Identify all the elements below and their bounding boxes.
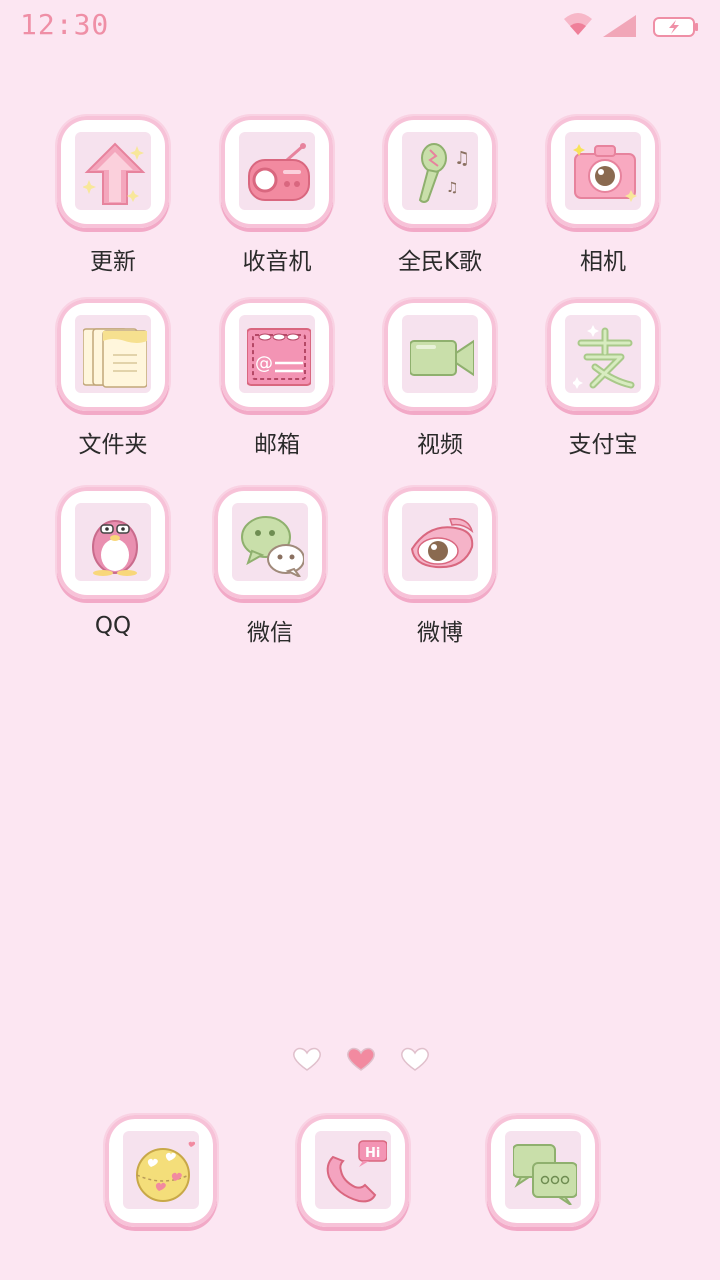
app-camera[interactable]: 相机 <box>533 116 673 276</box>
phone-badge: Hi <box>365 1146 380 1161</box>
radio-icon <box>248 143 310 201</box>
app-label: 视频 <box>417 432 463 458</box>
app-label: 更新 <box>90 249 136 275</box>
page-dot-2-active[interactable] <box>347 1047 375 1071</box>
app-qq[interactable]: QQ <box>43 487 183 639</box>
app-label: 文件夹 <box>78 432 148 458</box>
globe-browser-icon <box>136 1141 195 1202</box>
update-arrow-icon <box>83 142 146 205</box>
status-time: 12:30 <box>20 8 110 41</box>
app-folder[interactable]: 文件夹 <box>43 299 183 459</box>
dock-browser[interactable] <box>102 1115 220 1227</box>
app-tile <box>487 1115 599 1227</box>
video-camera-icon <box>410 339 474 377</box>
app-tile <box>547 116 659 228</box>
wifi-icon <box>564 13 592 35</box>
app-label: 收音机 <box>242 249 312 275</box>
page-indicator <box>293 1047 429 1071</box>
phone-icon: Hi <box>326 1140 387 1203</box>
app-tile: Hi <box>297 1115 409 1227</box>
app-tile <box>57 299 169 411</box>
app-label: 支付宝 <box>568 432 638 458</box>
app-update[interactable]: 更新 <box>43 116 183 276</box>
alipay-icon <box>573 325 635 389</box>
app-tile <box>214 487 326 599</box>
app-label: 微信 <box>247 620 293 646</box>
app-video[interactable]: 视频 <box>370 299 510 459</box>
messages-icon <box>513 1144 577 1205</box>
app-tile <box>57 487 169 599</box>
app-label: 全民K歌 <box>397 249 483 275</box>
dock-messages[interactable] <box>484 1115 602 1227</box>
weibo-eye-icon <box>410 518 474 569</box>
app-wechat[interactable]: 微信 <box>200 487 340 647</box>
chat-bubbles-icon <box>241 516 304 577</box>
battery-icon <box>653 17 698 37</box>
app-mail[interactable]: @ 邮箱 <box>207 299 347 459</box>
dock-phone[interactable]: Hi <box>294 1115 412 1227</box>
app-label: 相机 <box>580 249 626 275</box>
app-tile <box>105 1115 217 1227</box>
page-dot-3[interactable] <box>401 1047 429 1071</box>
app-weibo[interactable]: 微博 <box>370 487 510 647</box>
status-bar: 12:30 <box>0 0 720 50</box>
app-tile <box>384 299 496 411</box>
app-tile <box>57 116 169 228</box>
app-label: 微博 <box>417 620 463 646</box>
svg-text:♫: ♫ <box>446 180 459 196</box>
penguin-icon <box>92 520 138 576</box>
mail-icon: @ <box>247 328 311 386</box>
app-tile <box>384 487 496 599</box>
signal-icon <box>603 15 636 37</box>
app-tile <box>547 299 659 411</box>
svg-text:♫: ♫ <box>454 148 470 169</box>
app-radio[interactable]: 收音机 <box>207 116 347 276</box>
app-alipay[interactable]: 支付宝 <box>533 299 673 459</box>
page-dot-1[interactable] <box>293 1047 321 1071</box>
app-label: 邮箱 <box>254 432 300 458</box>
microphone-icon: ♫ ♫ <box>418 143 470 203</box>
camera-icon <box>573 144 637 202</box>
app-tile: ♫ ♫ <box>384 116 496 228</box>
app-label: QQ <box>94 613 132 639</box>
app-tile <box>221 116 333 228</box>
app-karaoke[interactable]: ♫ ♫ 全民K歌 <box>370 116 510 276</box>
folder-icon <box>83 328 147 388</box>
svg-text:@: @ <box>255 353 273 374</box>
app-tile: @ <box>221 299 333 411</box>
